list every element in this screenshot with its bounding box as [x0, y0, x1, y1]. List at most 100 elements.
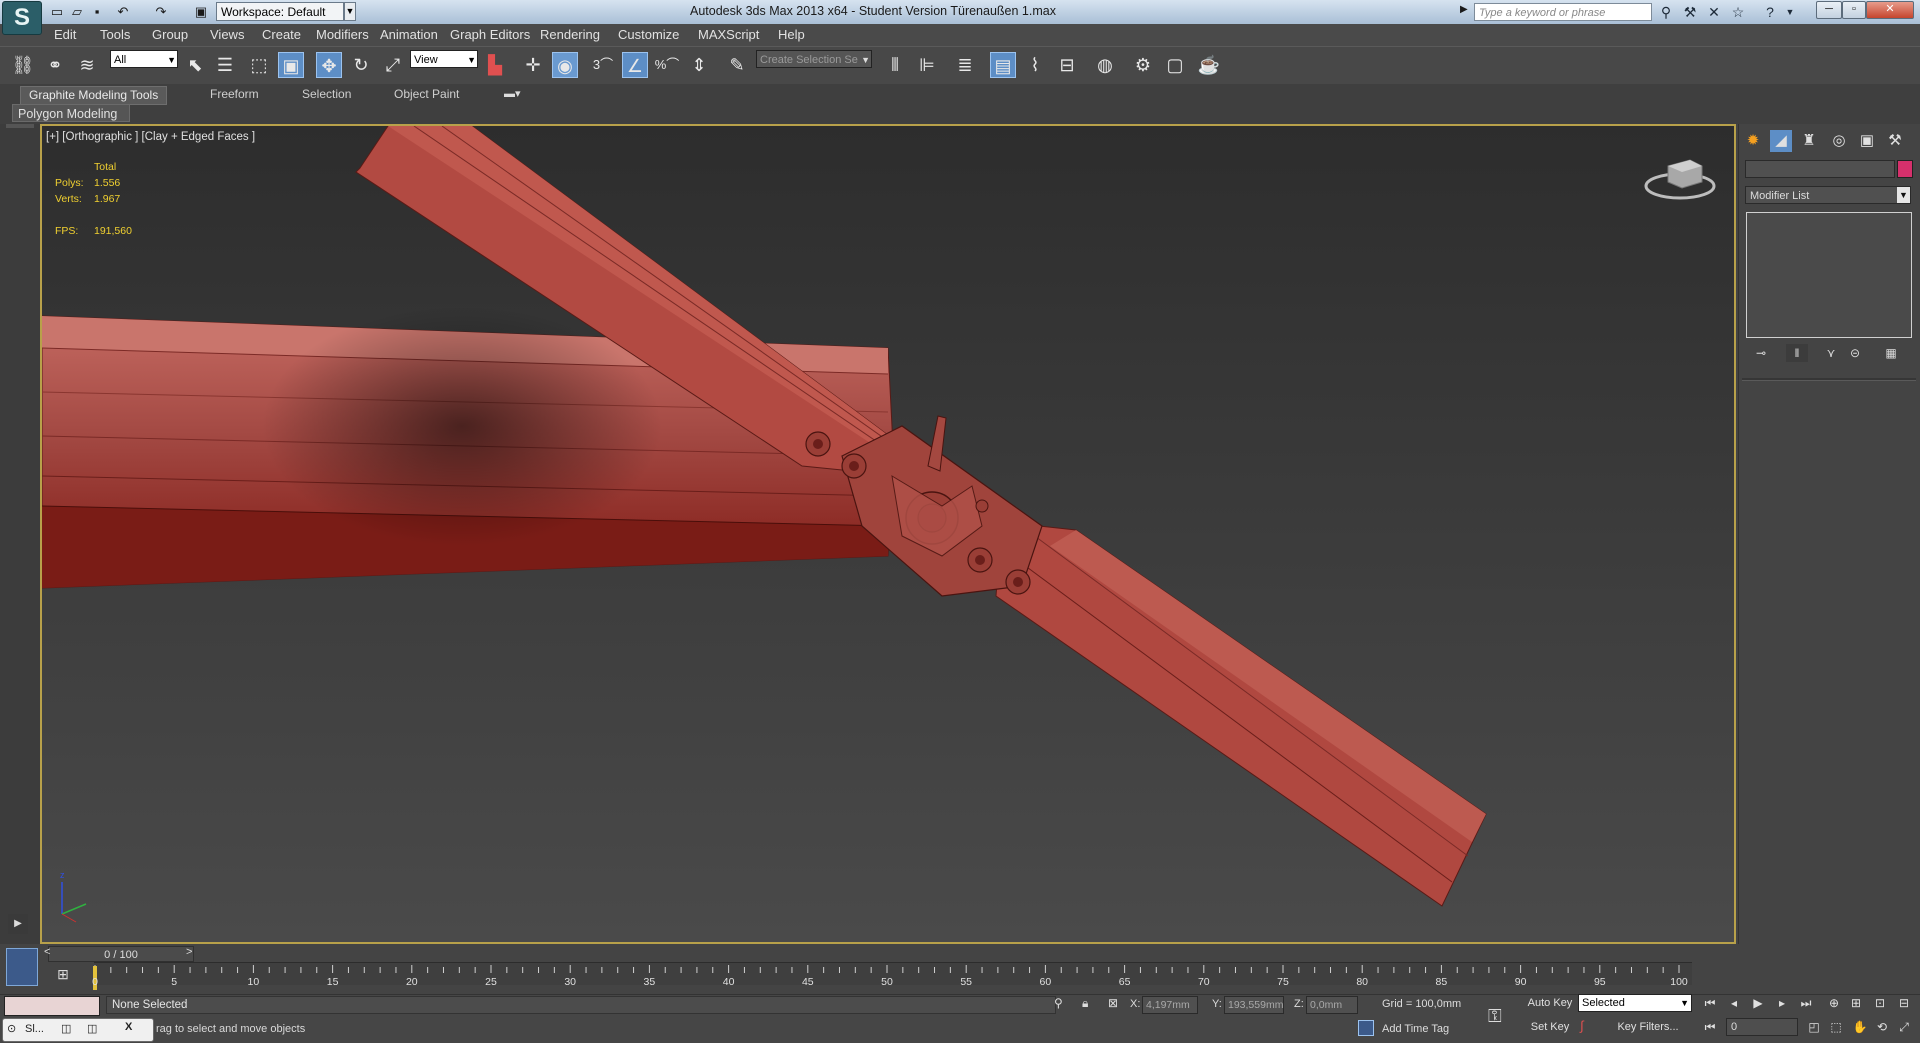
polygon-modeling-panel[interactable]: Polygon Modeling: [12, 104, 130, 122]
selection-lock-icon[interactable]: 🔒︎: [1082, 996, 1088, 1011]
time-slider[interactable]: 0 / 100: [48, 946, 194, 962]
select-and-rotate-icon[interactable]: ↻: [348, 52, 374, 78]
play-icon[interactable]: ▶: [8, 914, 28, 934]
schematic-view-icon[interactable]: ⊟: [1054, 52, 1080, 78]
render-setup-icon[interactable]: ⚙: [1130, 52, 1156, 78]
tab-graphite-modeling-tools[interactable]: Graphite Modeling Tools: [20, 86, 168, 105]
go-to-start-icon[interactable]: ⏮: [1700, 994, 1720, 1012]
menu-modifiers[interactable]: Modifiers: [316, 24, 369, 46]
tab-freeform[interactable]: Freeform: [202, 86, 267, 103]
menu-maxscript[interactable]: MAXScript: [698, 24, 759, 46]
material-editor-icon[interactable]: ◍: [1092, 52, 1118, 78]
pivot-point-center-icon[interactable]: ▙: [482, 52, 508, 78]
select-and-scale-icon[interactable]: ⤢: [380, 52, 406, 78]
key-mode-dropdown[interactable]: Selected ▼: [1578, 994, 1692, 1012]
door-hinge-model[interactable]: z: [42, 126, 1736, 944]
isolate-selection-icon[interactable]: ⚲: [1054, 996, 1063, 1010]
viewport-label[interactable]: [+] [Orthographic ] [Clay + Edged Faces …: [46, 131, 255, 143]
modify-tab-icon[interactable]: ◢: [1770, 130, 1792, 152]
snaps-toggle-icon[interactable]: 3⌒: [590, 52, 616, 78]
render-production-icon[interactable]: ☕: [1196, 52, 1222, 78]
chevron-right-icon[interactable]: ▶: [1460, 4, 1468, 20]
window-crossing-icon[interactable]: ▣: [278, 52, 304, 78]
rectangular-selection-icon[interactable]: ⬚: [246, 52, 272, 78]
pan-view-icon[interactable]: ✋: [1850, 1018, 1870, 1036]
previous-frame-icon[interactable]: ◂: [1724, 994, 1744, 1012]
angle-snap-icon[interactable]: ∠: [622, 52, 648, 78]
select-by-name-icon[interactable]: ☰: [212, 52, 238, 78]
spinner-snap-icon[interactable]: ⇕: [686, 52, 712, 78]
x-coord-field[interactable]: 4,197mm: [1142, 996, 1198, 1014]
field-of-view-icon[interactable]: ◰: [1804, 1018, 1824, 1036]
menu-animation[interactable]: Animation: [380, 24, 438, 46]
utilities-tab-icon[interactable]: ⚒: [1884, 130, 1906, 152]
minimize-button[interactable]: ─: [1816, 1, 1842, 19]
chevron-down-icon[interactable]: ▼: [1897, 187, 1910, 203]
hierarchy-tab-icon[interactable]: ♜: [1798, 130, 1820, 152]
undo-icon[interactable]: ↶: [114, 3, 132, 21]
new-file-icon[interactable]: ▭: [48, 3, 66, 21]
orbit-icon[interactable]: ⟲: [1872, 1018, 1892, 1036]
current-frame-field[interactable]: 0: [1726, 1018, 1798, 1036]
named-selection-input[interactable]: Create Selection Se ▼: [756, 50, 872, 68]
binoculars-icon[interactable]: ⚲: [1656, 3, 1676, 21]
menu-customize[interactable]: Customize: [618, 24, 679, 46]
rendered-frame-window-icon[interactable]: ▢: [1162, 52, 1188, 78]
menu-create[interactable]: Create: [262, 24, 301, 46]
chevron-down-icon[interactable]: ▼: [344, 2, 356, 21]
taskbar-item[interactable]: ⊙ Sl... ◫ ◫ X: [2, 1018, 154, 1042]
key-filters-button[interactable]: Key Filters...: [1604, 1018, 1692, 1036]
slider-next-button[interactable]: >: [186, 946, 192, 958]
set-key-icon[interactable]: ⚿: [1488, 1006, 1502, 1027]
favorites-star-icon[interactable]: ☆: [1728, 3, 1748, 21]
zoom-icon[interactable]: ⊕: [1824, 994, 1844, 1012]
motion-tab-icon[interactable]: ◎: [1828, 130, 1850, 152]
keyboard-shortcut-override-icon[interactable]: ◉: [552, 52, 578, 78]
help-dropdown-icon[interactable]: ▼: [1780, 3, 1800, 21]
selection-filter-dropdown[interactable]: All ▼: [110, 50, 178, 68]
next-frame-icon[interactable]: ▸: [1772, 994, 1792, 1012]
edit-named-selection-icon[interactable]: ✎: [724, 52, 750, 78]
maximize-viewport-icon[interactable]: ⤢: [1894, 1018, 1914, 1036]
go-to-end-icon[interactable]: ⏭: [1796, 994, 1816, 1012]
zoom-extents-all-icon[interactable]: ⊟: [1894, 994, 1914, 1012]
modifier-list-dropdown[interactable]: Modifier List: [1745, 186, 1911, 204]
redo-icon[interactable]: ↷: [152, 3, 170, 21]
auto-key-button[interactable]: Auto Key: [1526, 994, 1574, 1012]
menu-edit[interactable]: Edit: [54, 24, 76, 46]
mini-curve-editor-toggle[interactable]: [6, 948, 38, 986]
maximize-icon[interactable]: ◫: [87, 1022, 97, 1035]
select-and-manipulate-icon[interactable]: ✛: [520, 52, 546, 78]
select-object-icon[interactable]: ⬉: [182, 52, 208, 78]
key-mode-toggle-icon[interactable]: ⏮: [1700, 1018, 1720, 1036]
configure-modifier-sets-icon[interactable]: ▦: [1880, 344, 1902, 362]
restore-icon[interactable]: ◫: [61, 1022, 71, 1035]
layer-manager-icon[interactable]: ≣: [952, 52, 978, 78]
zoom-extents-icon[interactable]: ⊡: [1870, 994, 1890, 1012]
absolute-mode-icon[interactable]: ⊠: [1108, 996, 1118, 1010]
mirror-icon[interactable]: ⫴: [882, 52, 908, 78]
tab-object-paint[interactable]: Object Paint: [386, 86, 467, 103]
zoom-all-icon[interactable]: ⊞: [1846, 994, 1866, 1012]
align-icon[interactable]: ⊫: [914, 52, 940, 78]
reference-coord-dropdown[interactable]: View ▼: [410, 50, 478, 68]
pin-stack-icon[interactable]: ⊸: [1750, 344, 1772, 362]
menu-views[interactable]: Views: [210, 24, 244, 46]
select-and-move-icon[interactable]: ✥: [316, 52, 342, 78]
keyword-search-input[interactable]: Type a keyword or phrase: [1474, 3, 1652, 21]
menu-tools[interactable]: Tools: [100, 24, 130, 46]
add-time-tag[interactable]: Add Time Tag: [1382, 1023, 1449, 1035]
ribbon-options-icon[interactable]: ▬▾: [504, 87, 521, 100]
unlink-selection-icon[interactable]: ⚭: [42, 52, 68, 78]
menu-group[interactable]: Group: [152, 24, 188, 46]
make-unique-icon[interactable]: ⋎: [1820, 344, 1842, 362]
time-tag-icon[interactable]: [1358, 1020, 1374, 1036]
select-and-link-icon[interactable]: ⛓: [10, 52, 36, 78]
open-mini-curve-editor-icon[interactable]: ⊞: [50, 966, 76, 984]
object-name-input[interactable]: [1745, 160, 1895, 178]
menu-rendering[interactable]: Rendering: [540, 24, 600, 46]
object-color-swatch[interactable]: [1897, 160, 1913, 178]
tab-selection[interactable]: Selection: [294, 86, 359, 103]
show-end-result-icon[interactable]: ‖: [1786, 344, 1808, 362]
help-icon[interactable]: ?: [1760, 3, 1780, 21]
